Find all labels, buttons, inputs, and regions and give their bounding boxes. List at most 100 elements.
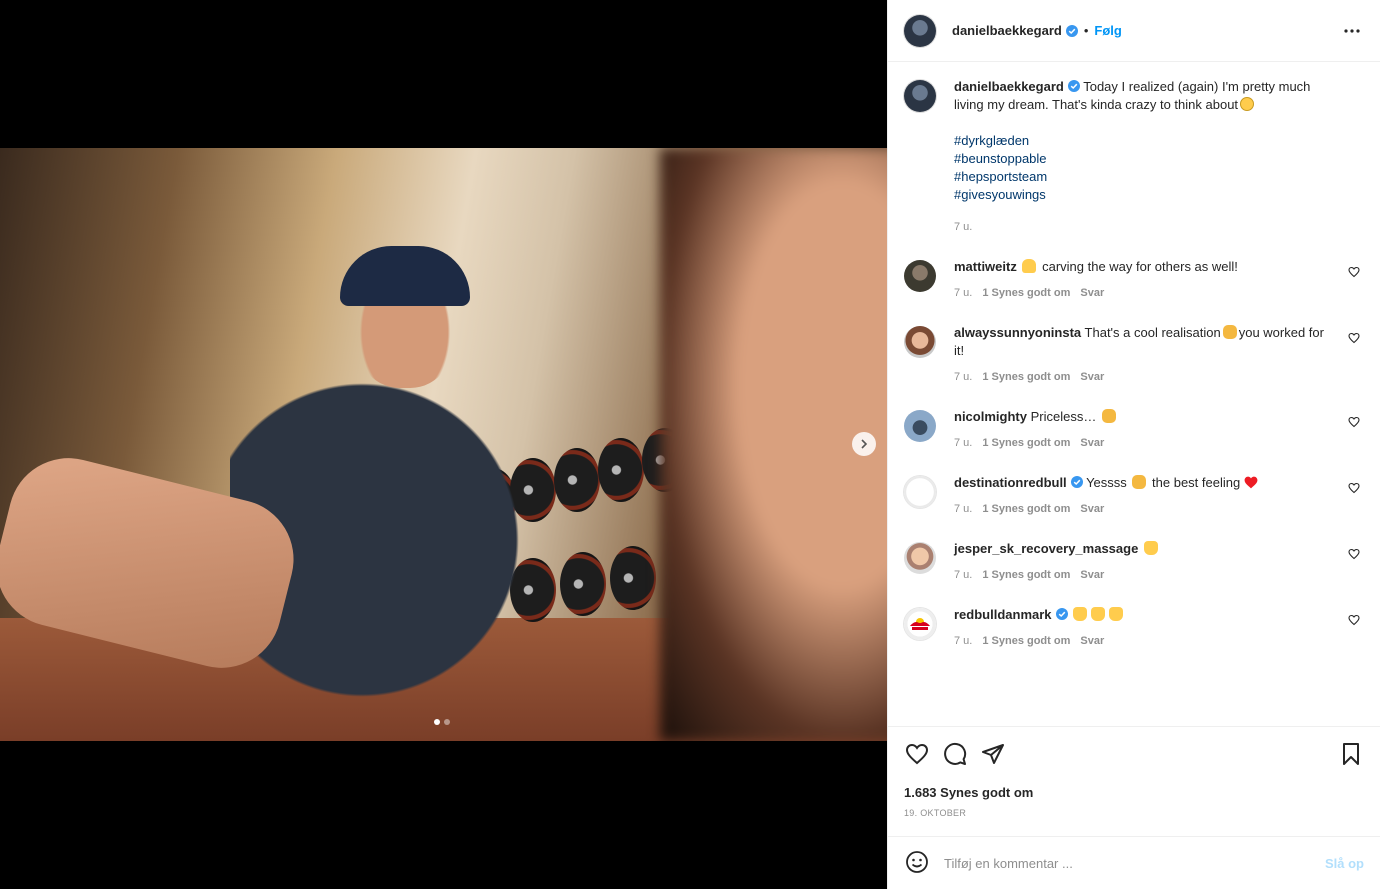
comment-username[interactable]: alwayssunnyoninsta: [954, 325, 1081, 340]
author-avatar[interactable]: [904, 14, 936, 47]
comment-age[interactable]: 7 u.: [954, 284, 972, 302]
comment-likes[interactable]: 1 Synes godt om: [982, 500, 1070, 518]
comment-username[interactable]: redbulldanmark: [954, 607, 1052, 622]
comment-likes[interactable]: 1 Synes godt om: [982, 632, 1070, 650]
commenter-avatar[interactable]: [904, 326, 936, 358]
comment-like-button[interactable]: [1348, 482, 1360, 494]
emoji-picker-button[interactable]: [904, 850, 930, 876]
comment-like-button[interactable]: [1348, 332, 1360, 344]
heart-outline-icon: [1348, 266, 1360, 278]
raising-hands-emoji-icon: [1143, 541, 1158, 555]
grinning-sweat-emoji-icon: [1240, 97, 1255, 111]
flexed-biceps-emoji-icon: [1022, 259, 1037, 273]
like-count[interactable]: 1.683 Synes godt om: [904, 785, 1364, 800]
more-options-button[interactable]: [1340, 19, 1364, 43]
verified-icon: [1067, 80, 1080, 92]
clapping-hands-emoji-icon: [1132, 475, 1147, 489]
comment-age[interactable]: 7 u.: [954, 368, 972, 386]
red-heart-emoji-icon: [1244, 476, 1258, 489]
comment-username[interactable]: nicolmighty: [954, 409, 1027, 424]
share-button[interactable]: [980, 741, 1006, 767]
post-photo[interactable]: [0, 148, 887, 741]
heart-outline-icon: [905, 743, 929, 765]
hashtag-link[interactable]: #dyrkglæden: [954, 132, 1336, 150]
red-bull-logo-icon: [910, 618, 930, 630]
header-separator: •: [1083, 23, 1089, 38]
raising-hands-emoji-icon: [1073, 607, 1088, 621]
comment-reply-button[interactable]: Svar: [1080, 434, 1104, 452]
comment-item: mattiweitz carving the way for others as…: [904, 258, 1364, 302]
photo-person-cap: [340, 246, 470, 306]
comment-username[interactable]: mattiweitz: [954, 259, 1017, 274]
comment-meta: 7 u. 1 Synes godt om Svar: [954, 500, 1336, 518]
comment-username[interactable]: destinationredbull: [954, 475, 1067, 490]
comment-like-button[interactable]: [1348, 548, 1360, 560]
comment-reply-button[interactable]: Svar: [1080, 500, 1104, 518]
comment-text: Priceless…: [1030, 409, 1097, 424]
caption-hashtags: #dyrkglæden #beunstoppable #hepsportstea…: [954, 132, 1336, 204]
comment-age[interactable]: 7 u.: [954, 434, 972, 452]
heart-outline-icon: [1348, 482, 1360, 494]
hashtag-link[interactable]: #givesyouwings: [954, 186, 1336, 204]
comment-reply-button[interactable]: Svar: [1080, 284, 1104, 302]
commenter-avatar[interactable]: [904, 608, 936, 640]
comment-text: That's a cool realisation: [1084, 325, 1221, 340]
comment-like-button[interactable]: [1348, 266, 1360, 278]
comment-input[interactable]: [944, 855, 1325, 871]
comment-age[interactable]: 7 u.: [954, 632, 972, 650]
comment-body: alwayssunnyoninsta That's a cool realisa…: [954, 324, 1364, 386]
verified-icon: [1065, 24, 1078, 37]
comment-username[interactable]: jesper_sk_recovery_massage: [954, 541, 1138, 556]
heart-outline-icon: [1348, 332, 1360, 344]
comment-body: destinationredbull Yessss the best feeli…: [954, 474, 1364, 518]
save-button[interactable]: [1338, 741, 1364, 767]
commenter-avatar[interactable]: [904, 542, 936, 574]
comment-reply-button[interactable]: Svar: [1080, 566, 1104, 584]
comment-age[interactable]: 7 u.: [954, 500, 972, 518]
post-modal: danielbaekkegard • Følg danielbaekkegard…: [0, 0, 1380, 889]
comment-likes[interactable]: 1 Synes godt om: [982, 566, 1070, 584]
like-button[interactable]: [904, 741, 930, 767]
comment-item: redbulldanmark 7 u. 1 Synes godt om Svar: [904, 606, 1364, 650]
caption-username[interactable]: danielbaekkegard: [954, 79, 1064, 94]
post-comment-button[interactable]: Slå op: [1325, 856, 1364, 871]
commenter-avatar[interactable]: [904, 260, 936, 292]
caption: danielbaekkegard Today I realized (again…: [904, 78, 1364, 236]
clapping-hands-emoji-icon: [1222, 325, 1237, 339]
comment-meta: 7 u. 1 Synes godt om Svar: [954, 566, 1336, 584]
caption-avatar[interactable]: [904, 80, 936, 112]
follow-button[interactable]: Følg: [1094, 23, 1121, 38]
raising-hands-emoji-icon: [1109, 607, 1124, 621]
comment-body: mattiweitz carving the way for others as…: [954, 258, 1364, 302]
comment-reply-button[interactable]: Svar: [1080, 368, 1104, 386]
commenter-avatar[interactable]: [904, 410, 936, 442]
comment-reply-button[interactable]: Svar: [1080, 632, 1104, 650]
comment-age[interactable]: 7 u.: [954, 566, 972, 584]
post-date: 19. OKTOBER: [904, 808, 967, 818]
carousel-next-button[interactable]: [852, 432, 876, 456]
comment-button[interactable]: [942, 741, 968, 767]
comment-body: jesper_sk_recovery_massage 7 u. 1 Synes …: [954, 540, 1364, 584]
comments-list[interactable]: danielbaekkegard Today I realized (again…: [888, 62, 1380, 726]
smiley-icon: [906, 851, 928, 873]
comment-item: destinationredbull Yessss the best feeli…: [904, 474, 1364, 518]
comment-likes[interactable]: 1 Synes godt om: [982, 368, 1070, 386]
paper-plane-icon: [982, 744, 1004, 764]
caption-age[interactable]: 7 u.: [954, 218, 1336, 236]
comment-likes[interactable]: 1 Synes godt om: [982, 434, 1070, 452]
comment-body: nicolmighty Priceless… 7 u. 1 Synes godt…: [954, 408, 1364, 452]
media-pane: [0, 0, 887, 889]
comment-body: redbulldanmark 7 u. 1 Synes godt om Svar: [954, 606, 1364, 650]
comment-likes[interactable]: 1 Synes godt om: [982, 284, 1070, 302]
comment-like-button[interactable]: [1348, 614, 1360, 626]
author-username[interactable]: danielbaekkegard: [952, 23, 1062, 38]
commenter-avatar[interactable]: [904, 476, 936, 508]
comment-like-button[interactable]: [1348, 416, 1360, 428]
comment-meta: 7 u. 1 Synes godt om Svar: [954, 434, 1336, 452]
comment-text: Yessss: [1086, 475, 1127, 490]
comment-bubble-icon: [944, 742, 967, 765]
hashtag-link[interactable]: #beunstoppable: [954, 150, 1336, 168]
verified-icon: [1055, 608, 1068, 620]
caption-body: danielbaekkegard Today I realized (again…: [954, 78, 1364, 236]
hashtag-link[interactable]: #hepsportsteam: [954, 168, 1336, 186]
